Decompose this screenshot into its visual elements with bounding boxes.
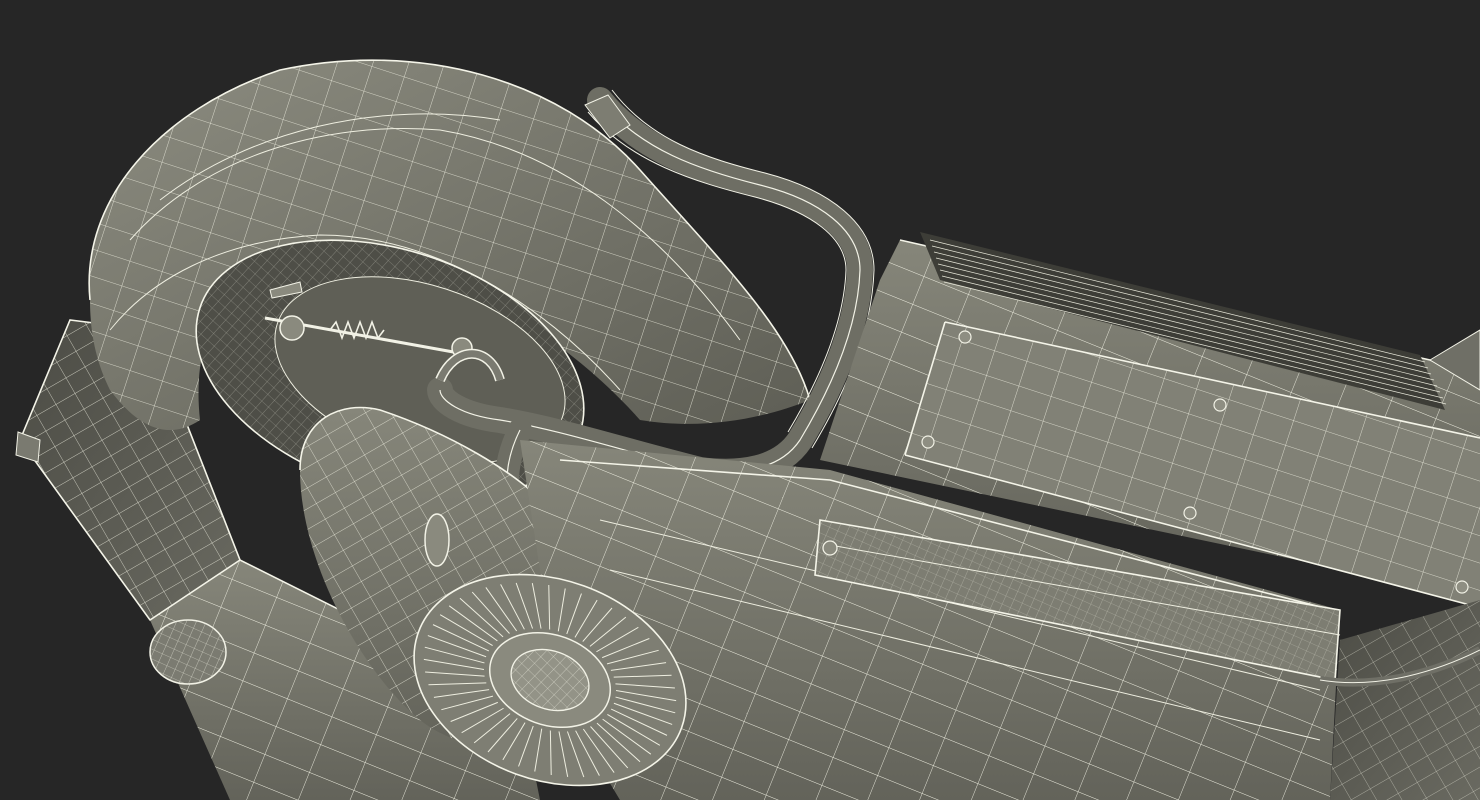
render-viewport	[0, 0, 1480, 800]
wireframe-render	[15, 59, 1480, 800]
